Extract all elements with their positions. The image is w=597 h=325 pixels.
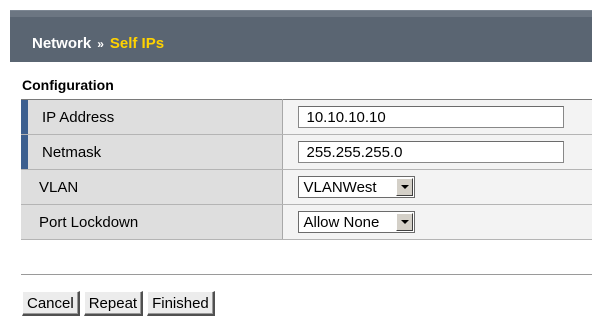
vlan-label: VLAN [39, 178, 79, 196]
port-lockdown-label-cell: Port Lockdown [21, 204, 283, 240]
cancel-button[interactable]: Cancel [22, 291, 80, 316]
port-lockdown-selected-value: Allow None [303, 213, 380, 231]
vlan-selected-value: VLANWest [303, 178, 377, 196]
breadcrumb-self-ips: Self IPs [109, 35, 165, 52]
configuration-table: IP Address Netmask VLAN VLANWest [21, 99, 592, 240]
required-marker [21, 100, 28, 134]
breadcrumb-separator: » [97, 37, 104, 51]
action-buttons: Cancel Repeat Finished [22, 291, 215, 316]
required-marker [21, 135, 28, 169]
header-top-strip [10, 11, 592, 17]
repeat-button[interactable]: Repeat [83, 291, 144, 316]
netmask-row: Netmask [21, 134, 592, 170]
netmask-label: Netmask [42, 143, 102, 161]
port-lockdown-value-cell: Allow None [282, 204, 592, 240]
vlan-label-cell: VLAN [21, 169, 283, 205]
port-lockdown-row: Port Lockdown Allow None [21, 204, 592, 240]
vlan-row: VLAN VLANWest [21, 169, 592, 205]
chevron-down-icon[interactable] [395, 213, 413, 231]
vlan-select[interactable]: VLANWest [297, 176, 415, 198]
table-divider [21, 274, 592, 275]
page-header: Network » Self IPs [10, 10, 592, 62]
vlan-value-cell: VLANWest [282, 169, 592, 205]
ip-address-label-cell: IP Address [21, 99, 283, 135]
finished-button[interactable]: Finished [147, 291, 215, 316]
port-lockdown-select[interactable]: Allow None [297, 211, 415, 233]
netmask-value-cell [282, 134, 592, 170]
port-lockdown-label: Port Lockdown [39, 213, 139, 231]
breadcrumb-network[interactable]: Network [32, 35, 91, 52]
netmask-input[interactable] [297, 141, 564, 163]
ip-address-label: IP Address [42, 108, 115, 126]
ip-address-input[interactable] [297, 106, 564, 128]
ip-address-value-cell [282, 99, 592, 135]
self-ip-page: Network » Self IPs Configuration IP Addres… [0, 0, 597, 325]
ip-address-row: IP Address [21, 99, 592, 135]
chevron-down-icon[interactable] [395, 178, 413, 196]
netmask-label-cell: Netmask [21, 134, 283, 170]
breadcrumb: Network » Self IPs [32, 35, 164, 52]
configuration-heading: Configuration [22, 77, 114, 93]
